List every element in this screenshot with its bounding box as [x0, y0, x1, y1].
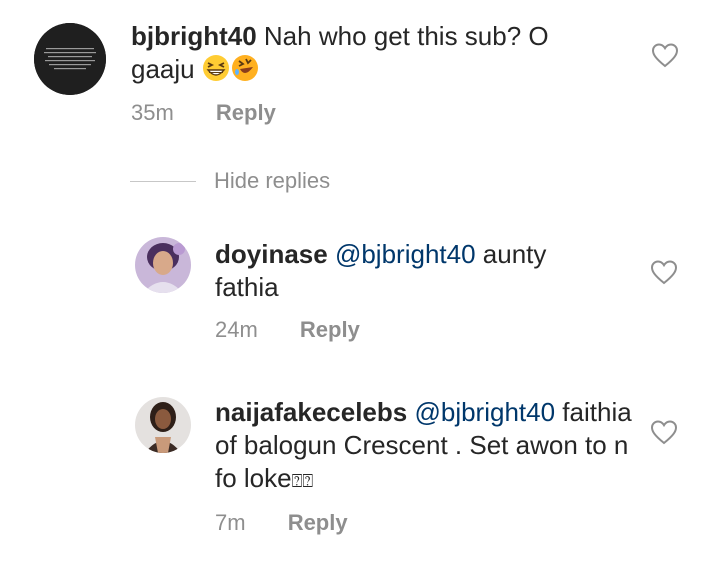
reply-body: doyinase @bjbright40 aunty fathia — [215, 238, 595, 304]
comment-item: bjbright40 Nah who get this sub? O gaaju… — [0, 0, 720, 150]
mention-link[interactable]: @bjbright40 — [335, 239, 476, 269]
comment-time: 35m — [131, 100, 174, 125]
reply-item: naijafakecelebs @bjbright40 faithia of b… — [0, 390, 720, 540]
comment-body: bjbright40 Nah who get this sub? O gaaju — [131, 20, 591, 90]
reply-username[interactable]: doyinase — [215, 239, 328, 269]
reply-username[interactable]: naijafakecelebs — [215, 397, 407, 427]
avatar[interactable] — [135, 397, 191, 453]
reply-item: doyinase @bjbright40 aunty fathia 24m Re… — [0, 230, 720, 360]
hide-replies-toggle[interactable]: Hide replies — [130, 168, 330, 194]
avatar[interactable] — [135, 237, 191, 293]
comment-meta: 35m Reply — [131, 100, 276, 126]
reply-button[interactable]: Reply — [288, 510, 348, 535]
heart-outline-icon[interactable] — [650, 259, 678, 285]
hide-replies-label: Hide replies — [214, 168, 331, 193]
rolling-on-floor-laughing-icon — [231, 54, 259, 90]
grinning-squinting-face-icon — [202, 54, 230, 90]
mention-link[interactable]: @bjbright40 — [414, 397, 555, 427]
reply-body: naijafakecelebs @bjbright40 faithia of b… — [215, 396, 635, 498]
heart-outline-icon[interactable] — [651, 42, 679, 68]
divider — [130, 180, 196, 182]
reply-button[interactable]: Reply — [216, 100, 276, 125]
reply-meta: 24m Reply — [215, 317, 360, 343]
heart-outline-icon[interactable] — [650, 419, 678, 445]
missing-glyph-text: ⍰⍰ — [291, 471, 314, 492]
avatar[interactable] — [34, 23, 106, 95]
reply-meta: 7m Reply — [215, 510, 348, 536]
reply-button[interactable]: Reply — [300, 317, 360, 342]
reply-time: 7m — [215, 510, 246, 535]
comment-username[interactable]: bjbright40 — [131, 21, 257, 51]
reply-time: 24m — [215, 317, 258, 342]
